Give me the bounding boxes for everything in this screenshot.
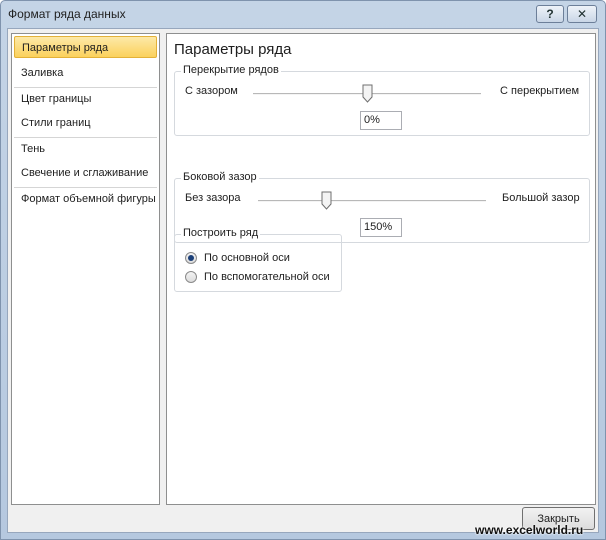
nav-item-label: Цвет границы — [21, 93, 92, 105]
category-list: Параметры ряда Заливка Цвет границы Стил… — [11, 33, 160, 505]
options-panel: Параметры ряда Перекрытие рядов С зазоро… — [166, 33, 596, 505]
secondary-axis-label: По вспомогательной оси — [204, 271, 330, 283]
help-button[interactable]: ? — [536, 5, 564, 23]
dialog-client: Параметры ряда Заливка Цвет границы Стил… — [7, 28, 599, 533]
nav-item-shadow[interactable]: Тень — [14, 138, 157, 160]
title-bar[interactable]: Формат ряда данных ? ✕ — [1, 1, 605, 28]
primary-axis-label: По основной оси — [204, 252, 290, 264]
gap-max-label: Большой зазор — [502, 192, 580, 204]
primary-axis-radio[interactable] — [185, 252, 197, 264]
gap-value-input[interactable]: 150% — [360, 218, 402, 237]
gap-slider-track[interactable] — [258, 200, 486, 202]
nav-item-label: Тень — [21, 143, 46, 155]
gap-min-label: Без зазора — [185, 192, 241, 204]
nav-item-series-options[interactable]: Параметры ряда — [14, 36, 157, 58]
dialog-window: Формат ряда данных ? ✕ Параметры ряда За… — [0, 0, 606, 540]
watermark: www.excelworld.ru — [475, 523, 584, 537]
plot-on-group: Построить ряд По основной оси По вспомог… — [174, 227, 342, 292]
overlap-slider-thumb[interactable] — [362, 84, 373, 103]
plot-on-group-label: Построить ряд — [181, 227, 261, 239]
nav-item-border-styles[interactable]: Стили границ — [14, 112, 157, 134]
nav-item-label: Стили границ — [21, 117, 91, 129]
panel-title: Параметры ряда — [174, 41, 292, 58]
secondary-axis-option[interactable]: По вспомогательной оси — [185, 271, 330, 283]
overlap-max-label: С перекрытием — [500, 85, 580, 97]
dialog-title: Формат ряда данных — [8, 7, 126, 21]
nav-item-3d-format[interactable]: Формат объемной фигуры — [14, 188, 157, 210]
nav-item-label: Параметры ряда — [22, 42, 109, 54]
gap-slider-thumb[interactable] — [321, 191, 332, 210]
window-close-button[interactable]: ✕ — [567, 5, 597, 23]
gap-group-label: Боковой зазор — [181, 171, 259, 183]
overlap-value-input[interactable]: 0% — [360, 111, 402, 130]
overlap-min-label: С зазором — [185, 85, 238, 97]
overlap-group: Перекрытие рядов С зазором С перекрытием… — [174, 64, 590, 136]
secondary-axis-radio[interactable] — [185, 271, 197, 283]
nav-item-border-color[interactable]: Цвет границы — [14, 88, 157, 110]
close-icon: ✕ — [576, 7, 588, 21]
nav-item-label: Формат объемной фигуры — [21, 193, 156, 205]
nav-item-fill[interactable]: Заливка — [14, 62, 157, 84]
primary-axis-option[interactable]: По основной оси — [185, 252, 290, 264]
nav-item-label: Свечение и сглаживание — [21, 167, 149, 179]
overlap-group-label: Перекрытие рядов — [181, 64, 281, 76]
nav-item-glow-soft-edges[interactable]: Свечение и сглаживание — [14, 162, 157, 184]
nav-item-label: Заливка — [21, 67, 64, 79]
help-icon: ? — [546, 7, 554, 21]
